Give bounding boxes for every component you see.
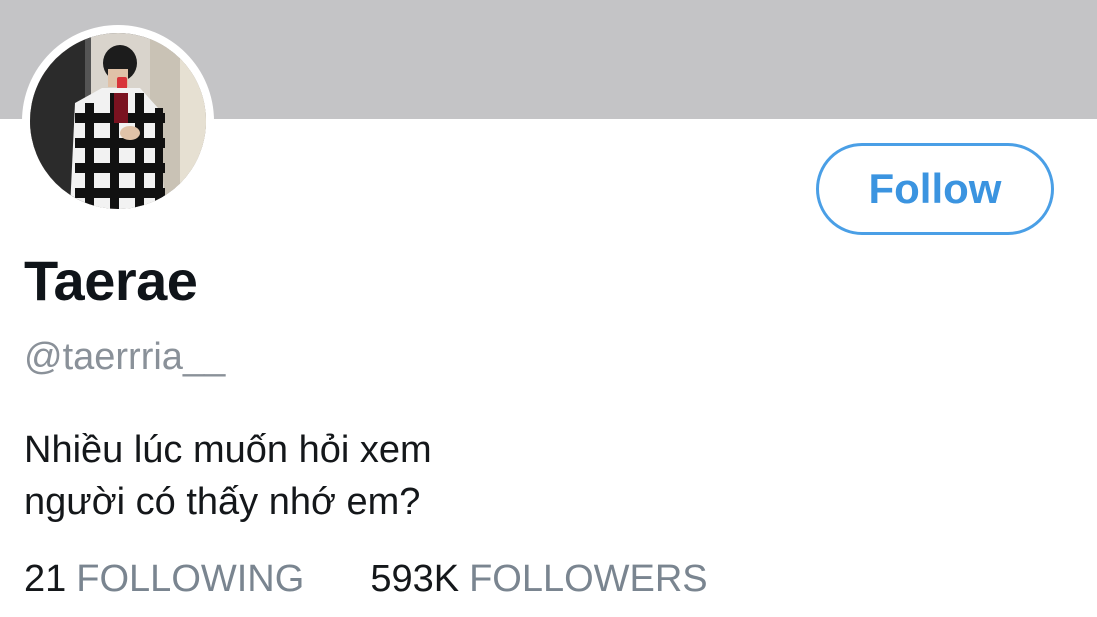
- following-stat[interactable]: 21 FOLLOWING: [24, 560, 304, 598]
- display-name: Taerae: [24, 249, 198, 312]
- follow-button[interactable]: Follow: [816, 143, 1054, 235]
- followers-count: 593K: [370, 558, 460, 600]
- bio-line: Nhiều lúc muốn hỏi xem: [24, 429, 432, 471]
- avatar[interactable]: [22, 25, 214, 217]
- following-count: 21: [24, 558, 67, 600]
- followers-stat[interactable]: 593K FOLLOWERS: [370, 560, 707, 598]
- bio-line: người có thấy nhớ em?: [24, 481, 421, 523]
- following-label: FOLLOWING: [76, 558, 305, 600]
- username-handle: @taerrria__: [24, 336, 226, 378]
- profile-page: Follow Taerae @taerrria__ Nhiều lúc muốn…: [0, 0, 1097, 617]
- profile-stats: 21 FOLLOWING 593K FOLLOWERS: [24, 560, 708, 598]
- followers-label: FOLLOWERS: [469, 558, 708, 600]
- profile-bio: Nhiều lúc muốn hỏi xem người có thấy nhớ…: [24, 424, 432, 528]
- avatar-photo: [30, 33, 206, 209]
